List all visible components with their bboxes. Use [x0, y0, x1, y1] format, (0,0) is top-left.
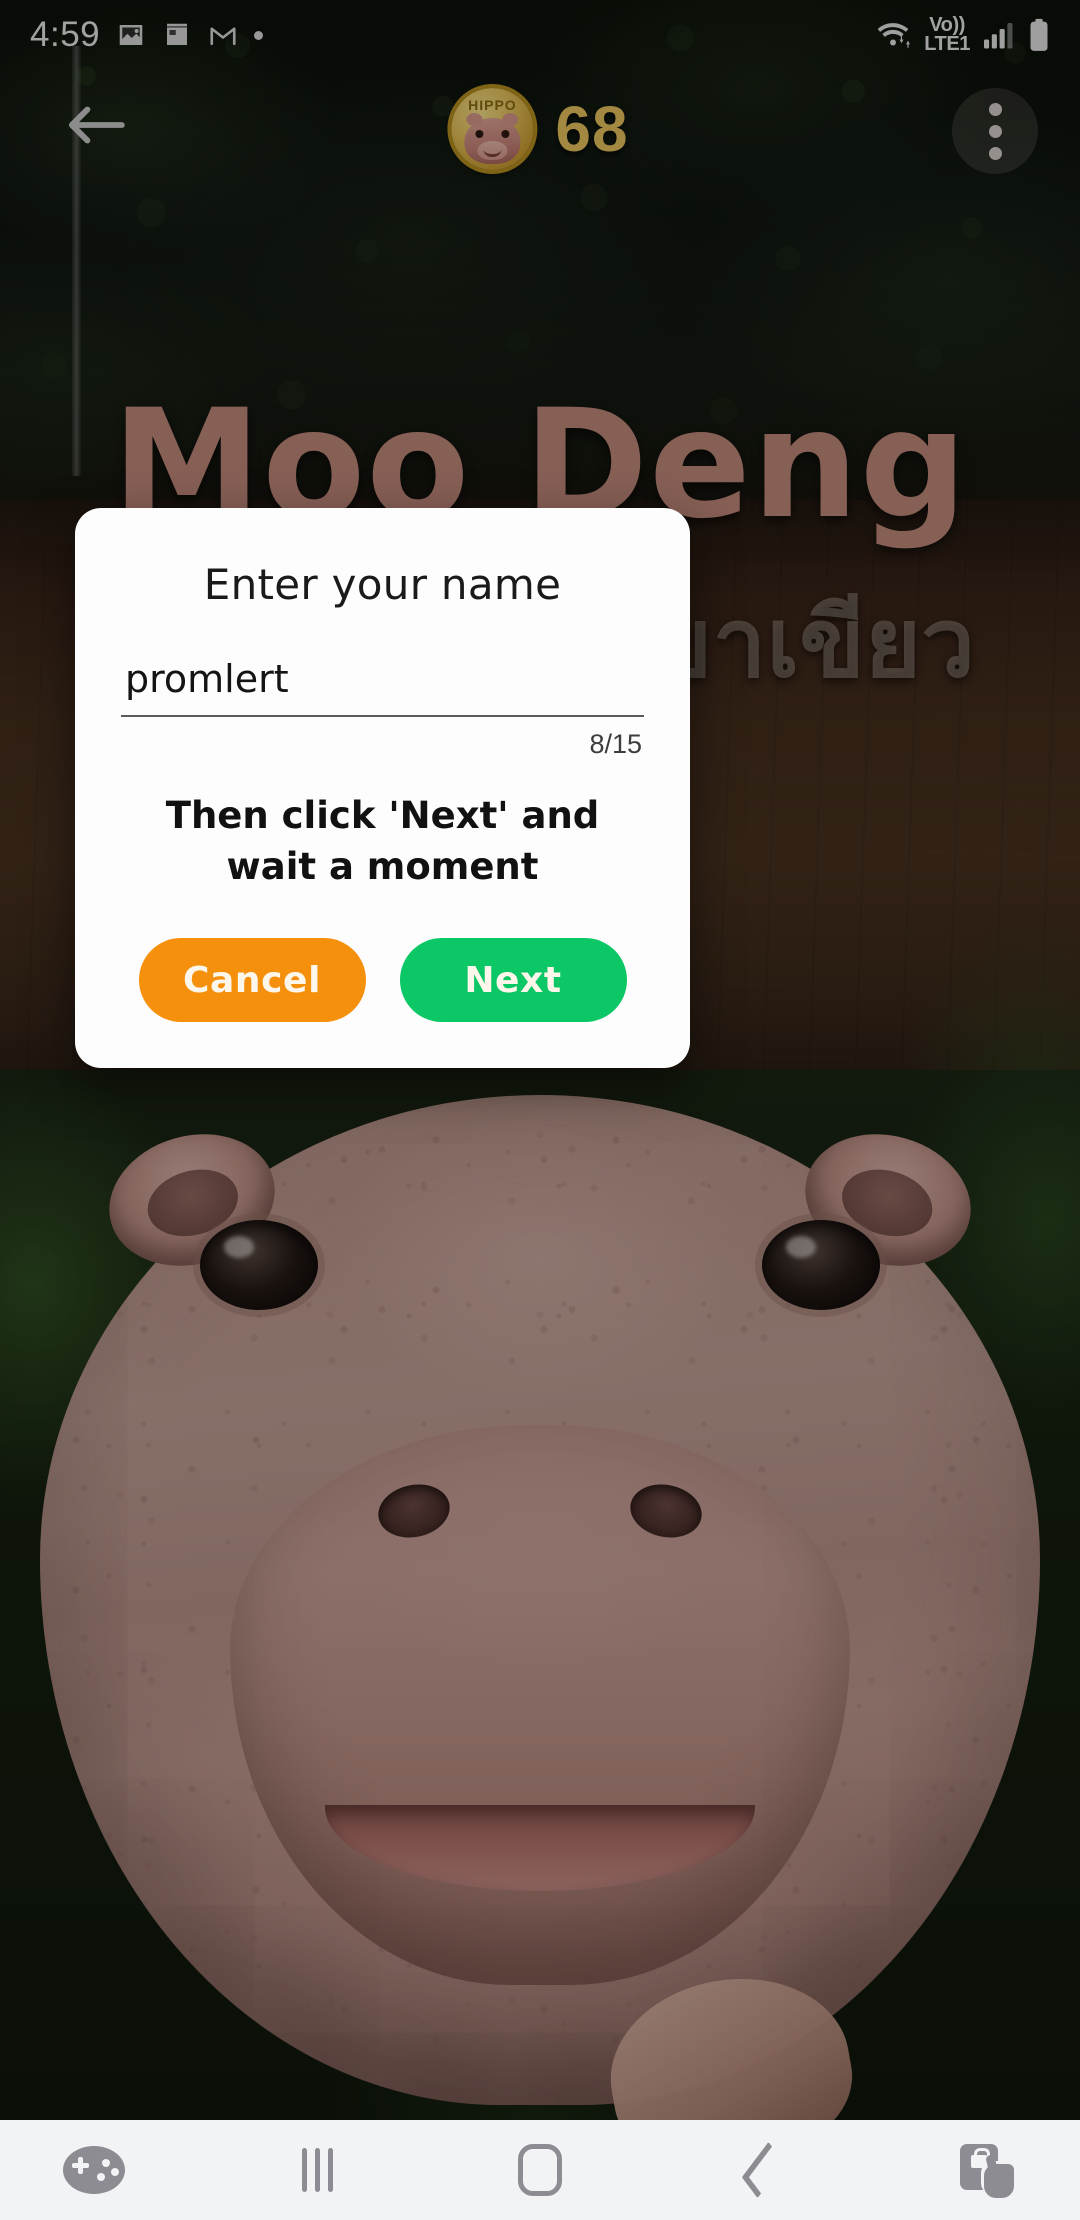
screen-lock-touch-icon[interactable]	[926, 2120, 1046, 2220]
char-counter: 8/15	[589, 729, 642, 759]
back-icon[interactable]	[703, 2120, 823, 2220]
system-navigation-bar	[0, 2120, 1080, 2220]
dialog-title: Enter your name	[203, 560, 562, 609]
next-button[interactable]: Next	[399, 938, 627, 1023]
name-input[interactable]	[121, 657, 644, 715]
modal-scrim	[0, 0, 1080, 2220]
name-entry-dialog: Enter your name 8/15 Then click 'Next' a…	[75, 508, 690, 1068]
recents-icon[interactable]	[257, 2120, 377, 2220]
home-icon[interactable]	[480, 2120, 600, 2220]
dialog-instruction: Then click 'Next' and wait a moment	[165, 794, 600, 889]
game-booster-icon[interactable]	[34, 2120, 154, 2220]
cancel-button[interactable]: Cancel	[138, 938, 366, 1023]
input-underline	[121, 715, 644, 717]
phone-screen: Moo Deng สวนสัตว์เปิดเขาเขียว 4:59	[0, 0, 1080, 2220]
name-input-group: 8/15	[121, 657, 644, 760]
dialog-actions: Cancel Next	[121, 938, 644, 1023]
